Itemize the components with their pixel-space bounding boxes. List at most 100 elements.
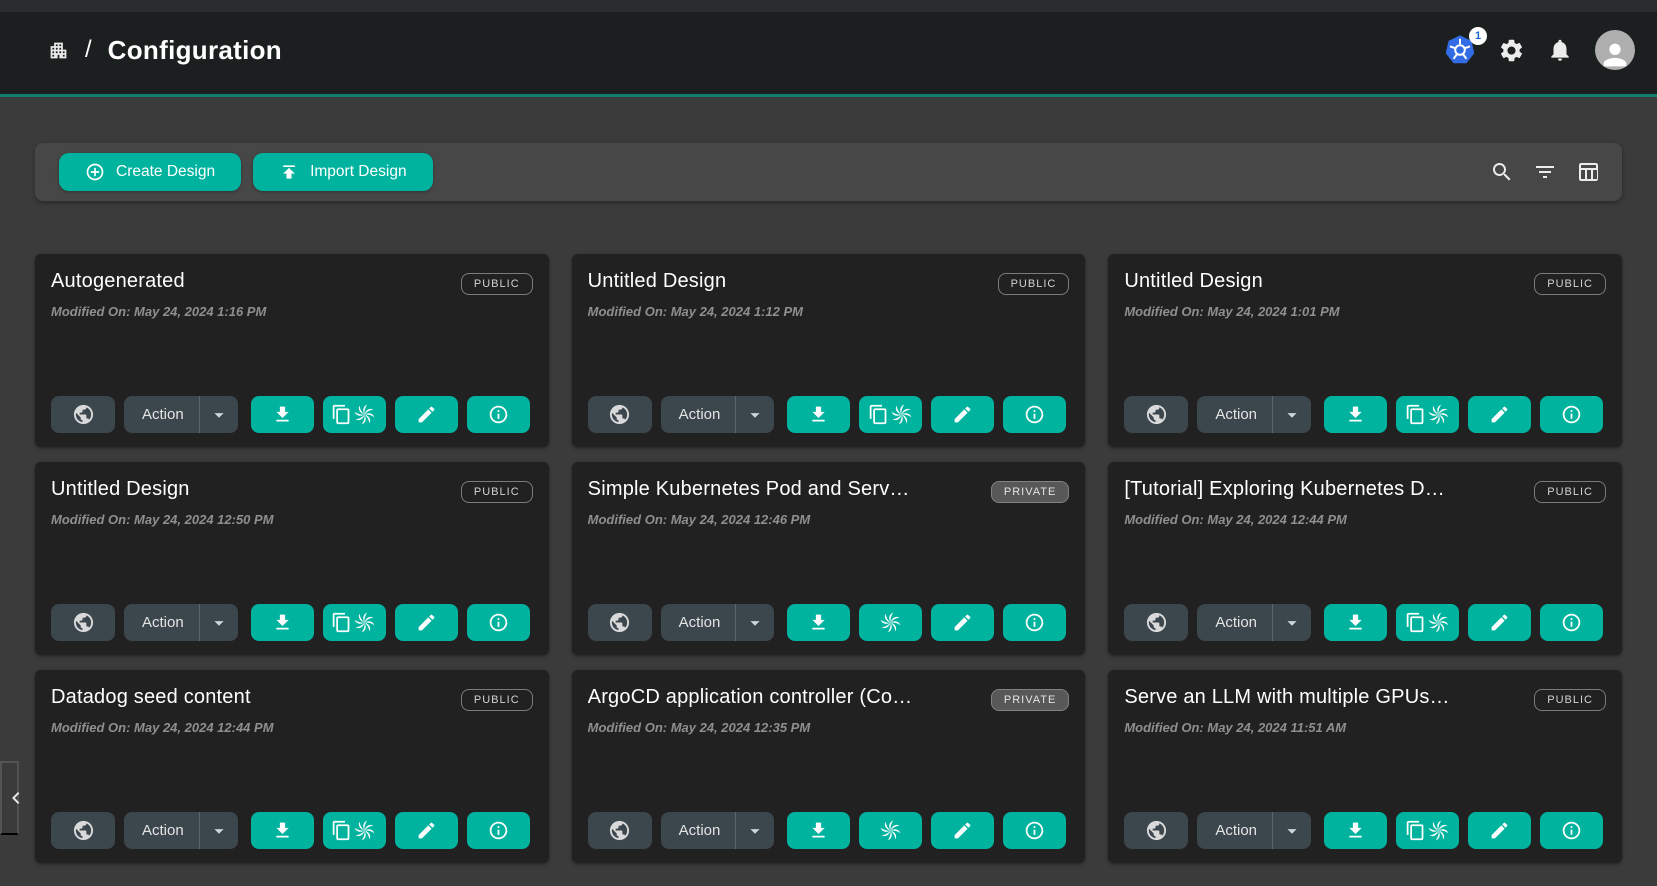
action-split-button[interactable]: Action [1197,396,1311,433]
action-button-label[interactable]: Action [661,604,736,641]
info-button[interactable] [1003,812,1066,849]
action-button-label[interactable]: Action [124,604,199,641]
action-button-label[interactable]: Action [124,396,199,433]
pencil-icon [416,404,437,425]
collapse-drawer-button[interactable] [0,761,19,835]
visibility-globe-button[interactable] [588,812,652,849]
visibility-globe-button[interactable] [1124,812,1188,849]
notifications-button[interactable] [1547,37,1573,63]
action-split-button[interactable]: Action [124,396,238,433]
spiral-icon [889,402,914,427]
download-button[interactable] [787,396,850,433]
info-button[interactable] [467,396,530,433]
edit-button[interactable] [1468,604,1531,641]
edit-button[interactable] [931,604,994,641]
chevron-down-icon[interactable] [736,604,774,641]
action-split-button[interactable]: Action [661,396,775,433]
info-button[interactable] [1540,396,1603,433]
download-button[interactable] [787,604,850,641]
edit-button[interactable] [395,604,458,641]
clone-button[interactable] [859,396,922,433]
action-button-label[interactable]: Action [124,812,199,849]
settings-button[interactable] [1498,37,1525,64]
visibility-globe-button[interactable] [1124,604,1188,641]
visibility-globe-button[interactable] [588,604,652,641]
action-split-button[interactable]: Action [661,604,775,641]
info-button[interactable] [1540,604,1603,641]
action-split-button[interactable]: Action [1197,812,1311,849]
design-title: [Tutorial] Exploring Kubernetes D… [1124,478,1445,501]
chevron-down-icon[interactable] [1273,812,1311,849]
download-button[interactable] [251,812,314,849]
download-button[interactable] [251,396,314,433]
visibility-globe-button[interactable] [51,812,115,849]
pencil-icon [1489,612,1510,633]
clone-button[interactable] [323,812,386,849]
filter-button[interactable] [1533,160,1557,184]
info-button[interactable] [1003,396,1066,433]
edit-button[interactable] [1468,396,1531,433]
clone-button[interactable] [1396,396,1459,433]
info-icon [1024,820,1045,841]
user-avatar[interactable] [1595,30,1635,70]
chevron-down-icon[interactable] [200,604,238,641]
visibility-badge: PUBLIC [461,689,533,711]
info-button[interactable] [467,604,530,641]
edit-button[interactable] [1468,812,1531,849]
action-split-button[interactable]: Action [661,812,775,849]
modified-date: Modified On: May 24, 2024 1:16 PM [51,304,533,319]
clone-button[interactable] [323,396,386,433]
spiral-icon [352,818,377,843]
upload-icon [279,162,299,182]
chevron-down-icon[interactable] [200,812,238,849]
download-button[interactable] [1324,396,1387,433]
info-button[interactable] [1003,604,1066,641]
info-button[interactable] [1540,812,1603,849]
building-icon[interactable] [48,40,69,61]
main-content: Create Design Import Design [0,143,1657,863]
create-design-button[interactable]: Create Design [59,153,241,191]
info-icon [1024,612,1045,633]
action-button-label[interactable]: Action [661,812,736,849]
chevron-down-icon[interactable] [1273,396,1311,433]
action-button-label[interactable]: Action [1197,396,1272,433]
visibility-globe-button[interactable] [51,396,115,433]
chevron-down-icon[interactable] [1273,604,1311,641]
table-view-button[interactable] [1576,160,1600,184]
clone-button[interactable] [859,812,922,849]
edit-button[interactable] [931,396,994,433]
chevron-down-icon[interactable] [736,812,774,849]
action-button-label[interactable]: Action [661,396,736,433]
action-button-label[interactable]: Action [1197,812,1272,849]
clone-button[interactable] [1396,604,1459,641]
copy-icon [1405,404,1426,425]
action-button-label[interactable]: Action [1197,604,1272,641]
edit-button[interactable] [395,812,458,849]
design-title: Untitled Design [51,478,190,501]
clone-button[interactable] [859,604,922,641]
visibility-globe-button[interactable] [1124,396,1188,433]
chevron-down-icon[interactable] [200,396,238,433]
download-button[interactable] [1324,812,1387,849]
action-split-button[interactable]: Action [1197,604,1311,641]
clone-button[interactable] [1396,812,1459,849]
chevron-down-icon[interactable] [736,396,774,433]
edit-button[interactable] [931,812,994,849]
info-button[interactable] [467,812,530,849]
visibility-globe-button[interactable] [588,396,652,433]
info-icon [488,820,509,841]
card-actions-row: Action [588,604,1070,641]
action-split-button[interactable]: Action [124,812,238,849]
kubernetes-context-button[interactable]: 1 [1444,34,1476,66]
import-design-button[interactable]: Import Design [253,153,432,191]
download-button[interactable] [251,604,314,641]
action-split-button[interactable]: Action [124,604,238,641]
search-button[interactable] [1490,160,1514,184]
download-icon [808,612,829,633]
download-button[interactable] [1324,604,1387,641]
visibility-globe-button[interactable] [51,604,115,641]
download-button[interactable] [787,812,850,849]
copy-icon [331,404,352,425]
edit-button[interactable] [395,396,458,433]
clone-button[interactable] [323,604,386,641]
